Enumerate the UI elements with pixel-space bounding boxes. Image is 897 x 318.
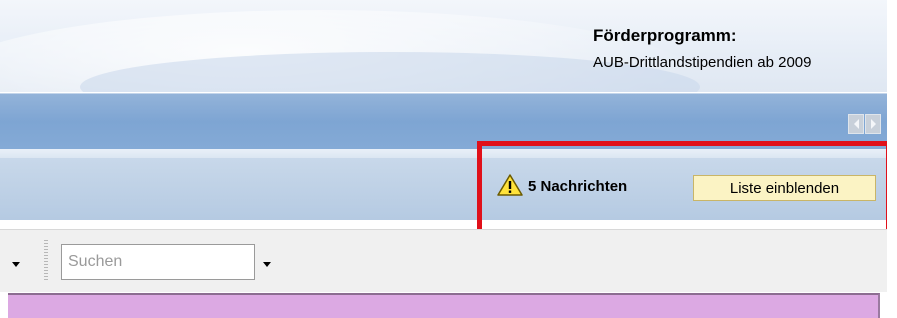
- navigation-bar: [0, 93, 887, 149]
- warning-icon: [497, 174, 523, 196]
- scroll-left-button[interactable]: [848, 114, 864, 134]
- chevron-right-icon: [870, 119, 876, 129]
- toolbar-grip[interactable]: [44, 240, 48, 280]
- divider: [0, 149, 887, 158]
- program-value: AUB-Drittlandstipendien ab 2009: [593, 54, 812, 71]
- window-edge: [887, 0, 897, 318]
- search-dropdown-icon[interactable]: [263, 262, 271, 267]
- header-banner: [0, 0, 897, 92]
- message-count: 5 Nachrichten: [528, 178, 628, 195]
- scroll-right-button[interactable]: [865, 114, 881, 134]
- search-input[interactable]: [61, 244, 255, 280]
- chevron-down-icon[interactable]: [12, 262, 20, 267]
- content-panel: [8, 293, 880, 318]
- program-label: Förderprogramm:: [593, 26, 737, 45]
- chevron-left-icon: [853, 119, 859, 129]
- app-window: Förderprogramm: AUB-Drittlandstipendien …: [0, 0, 897, 318]
- show-list-button[interactable]: Liste einblenden: [693, 175, 876, 201]
